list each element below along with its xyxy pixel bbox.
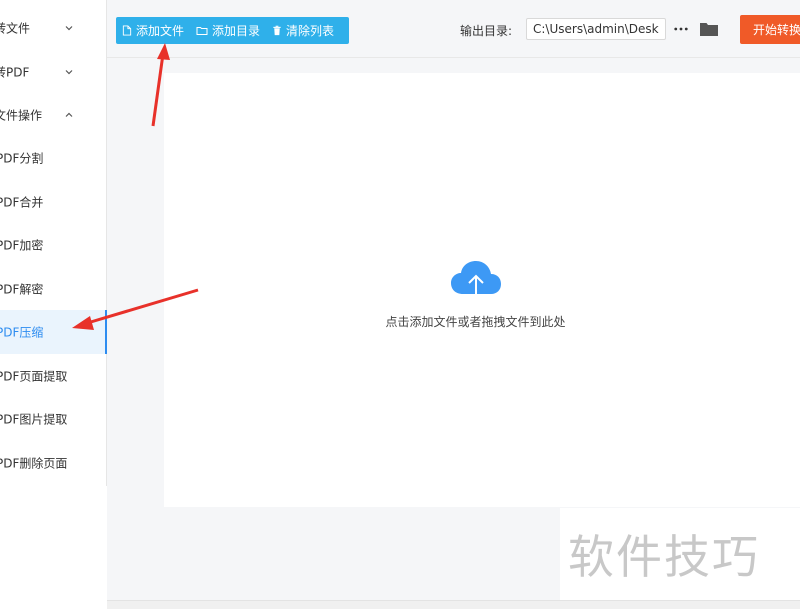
more-icon bbox=[674, 27, 688, 31]
menu-group-label: 转PDF bbox=[0, 65, 30, 80]
sidebar-item-pdf-delete-page[interactable]: PDF删除页面 bbox=[0, 441, 106, 485]
file-drop-zone[interactable]: 点击添加文件或者拖拽文件到此处 bbox=[164, 73, 800, 507]
output-directory-input[interactable] bbox=[526, 18, 666, 40]
folder-icon bbox=[700, 23, 718, 36]
sidebar-item-label: PDF分割 bbox=[0, 151, 44, 166]
menu-group-file-ops[interactable]: 文件操作 bbox=[0, 93, 106, 137]
drop-hint-text: 点击添加文件或者拖拽文件到此处 bbox=[385, 315, 566, 329]
open-folder-button[interactable] bbox=[699, 20, 719, 38]
clear-list-label: 清除列表 bbox=[286, 24, 335, 38]
file-button-group: 添加文件 添加目录 清除列表 bbox=[116, 17, 349, 44]
add-file-button[interactable]: 添加文件 bbox=[116, 17, 190, 44]
sidebar-item-pdf-decrypt[interactable]: PDF解密 bbox=[0, 267, 106, 311]
chevron-down-icon bbox=[65, 26, 73, 31]
folder-outline-icon bbox=[196, 27, 208, 35]
start-convert-button[interactable]: 开始转换 bbox=[740, 15, 800, 44]
sidebar: 转文件 转PDF 文件操作 PDF分割 PDF合并 PDF加密 PDF解密 PD… bbox=[0, 0, 107, 486]
toolbar: 添加文件 添加目录 清除列表 输出目录: 开始转换 bbox=[107, 0, 800, 58]
watermark-text: 软件技巧 bbox=[560, 508, 800, 600]
sidebar-item-pdf-encrypt[interactable]: PDF加密 bbox=[0, 223, 106, 267]
more-button[interactable] bbox=[672, 20, 690, 38]
add-directory-label: 添加目录 bbox=[212, 24, 261, 38]
sidebar-item-label: PDF页面提取 bbox=[0, 369, 68, 384]
sidebar-item-label: PDF压缩 bbox=[0, 325, 44, 340]
file-icon bbox=[122, 25, 132, 36]
sidebar-item-pdf-compress[interactable]: PDF压缩 bbox=[0, 310, 107, 354]
sidebar-item-label: PDF删除页面 bbox=[0, 456, 68, 471]
trash-icon bbox=[273, 25, 281, 36]
sidebar-item-pdf-page-extract[interactable]: PDF页面提取 bbox=[0, 354, 106, 398]
sidebar-item-pdf-merge[interactable]: PDF合并 bbox=[0, 180, 106, 224]
sidebar-item-label: PDF图片提取 bbox=[0, 412, 68, 427]
chevron-up-icon bbox=[65, 112, 73, 117]
output-directory-label: 输出目录: bbox=[460, 24, 513, 38]
sidebar-item-label: PDF加密 bbox=[0, 238, 44, 253]
sidebar-item-label: PDF解密 bbox=[0, 282, 44, 297]
sidebar-item-pdf-split[interactable]: PDF分割 bbox=[0, 136, 106, 180]
menu-group-label: 文件操作 bbox=[0, 108, 43, 123]
add-directory-button[interactable]: 添加目录 bbox=[190, 17, 266, 44]
start-convert-label: 开始转换 bbox=[753, 23, 800, 37]
add-file-label: 添加文件 bbox=[136, 24, 185, 38]
chevron-down-icon bbox=[65, 70, 73, 75]
menu-group-convert-pdf[interactable]: 转PDF bbox=[0, 50, 106, 94]
cloud-upload-icon bbox=[451, 261, 501, 302]
sidebar-item-pdf-image-extract[interactable]: PDF图片提取 bbox=[0, 397, 106, 441]
sidebar-item-label: PDF合并 bbox=[0, 195, 44, 210]
clear-list-button[interactable]: 清除列表 bbox=[266, 17, 340, 44]
menu-group-convert-file[interactable]: 转文件 bbox=[0, 6, 106, 50]
menu-group-label: 转文件 bbox=[0, 21, 31, 36]
